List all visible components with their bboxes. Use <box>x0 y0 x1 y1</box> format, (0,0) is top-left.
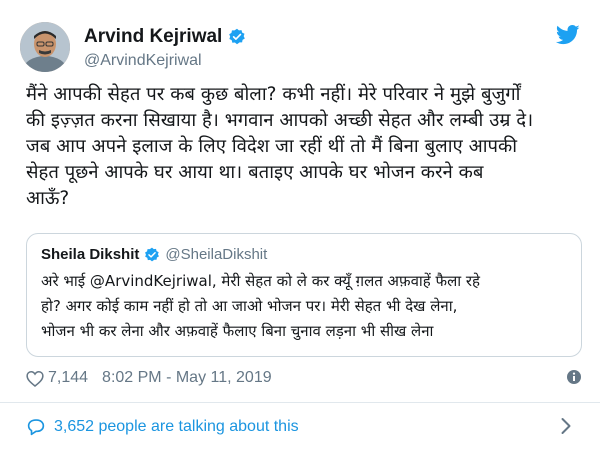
chevron-right-icon[interactable] <box>560 417 572 435</box>
conversation-link[interactable]: 3,652 people are talking about this <box>26 415 582 439</box>
tweet-header: Arvind Kejriwal @ArvindKejriwal <box>20 22 580 76</box>
verified-badge-icon <box>144 247 160 263</box>
verified-badge-icon <box>228 28 246 46</box>
tweet-timestamp[interactable]: 8:02 PM - May 11, 2019 <box>102 369 272 387</box>
tweet-text-line: की इज़्ज़त करना सिखाया है। भगवान आपको अच… <box>26 110 534 131</box>
quoted-text-line: हो? अगर कोई काम नहीं हो तो आ जाओ भोजन पर… <box>41 297 458 315</box>
avatar[interactable] <box>20 22 70 72</box>
quoted-text-line: अरे भाई @ArvindKejriwal, मेरी सेहत को ले… <box>41 272 481 290</box>
tweet-text-line: जब आप अपने इलाज के लिए विदेश जा रहीं थीं… <box>26 136 518 157</box>
quoted-text-line: भोजन भी कर लेना और अफ़वाहें फैलाए बिना च… <box>41 322 434 340</box>
tweet-embed-card: Arvind Kejriwal @ArvindKejriwal मैंने आप… <box>0 0 600 450</box>
author-block: Arvind Kejriwal @ArvindKejriwal <box>84 26 246 70</box>
tweet-text-line: आऊँ? <box>26 188 70 209</box>
twitter-bird-icon[interactable] <box>555 24 580 46</box>
info-icon[interactable] <box>566 369 582 385</box>
tweet-text: मैंने आपकी सेहत पर कब कुछ बोला? कभी नहीं… <box>26 82 582 212</box>
talking-text[interactable]: 3,652 people are talking about this <box>54 418 299 436</box>
speech-bubble-icon <box>26 418 46 436</box>
tweet-text-line: मैंने आपकी सेहत पर कब कुछ बोला? कभी नहीं… <box>26 84 521 105</box>
tweet-meta: 7,144 8:02 PM - May 11, 2019 <box>26 366 582 390</box>
quoted-author-handle: @SheilaDikshit <box>165 246 268 263</box>
author-name[interactable]: Arvind Kejriwal <box>84 26 222 48</box>
tweet-text-line: सेहत पूछने आपके घर आया था। बताइए आपके घर… <box>26 162 484 183</box>
quoted-tweet-text: अरे भाई @ArvindKejriwal, मेरी सेहत को ले… <box>41 269 567 344</box>
quoted-tweet-header: Sheila Dikshit @SheilaDikshit <box>41 246 567 263</box>
quoted-author-name: Sheila Dikshit <box>41 246 140 263</box>
heart-icon[interactable] <box>26 370 44 387</box>
quoted-tweet[interactable]: Sheila Dikshit @SheilaDikshit अरे भाई @A… <box>26 233 582 357</box>
divider <box>0 402 600 403</box>
like-count[interactable]: 7,144 <box>48 369 88 387</box>
author-handle[interactable]: @ArvindKejriwal <box>84 52 246 70</box>
